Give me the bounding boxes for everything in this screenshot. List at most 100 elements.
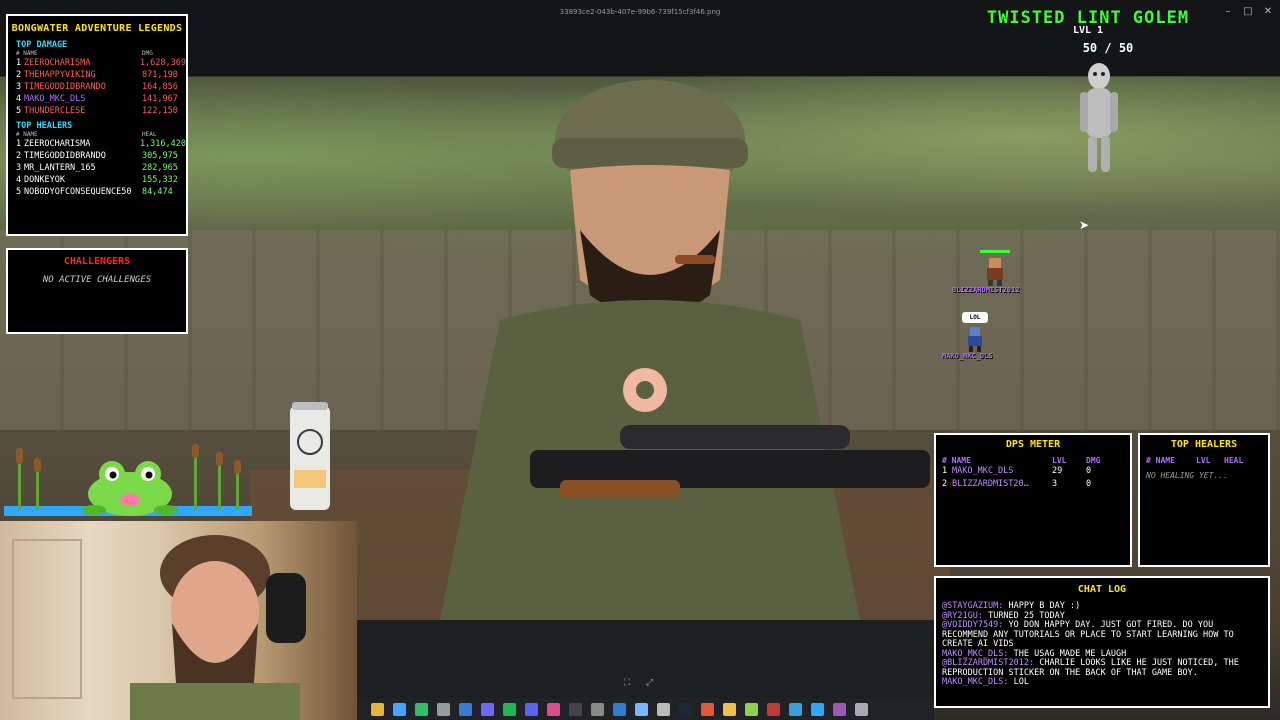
heal-row: 4 DONKEYOK 155,332	[8, 174, 186, 186]
maximize-button[interactable]: □	[1242, 6, 1254, 18]
photos-icon[interactable]	[547, 702, 560, 716]
terminal-icon[interactable]	[569, 702, 582, 716]
player-label-mako: MAKO_MKC_DLS	[942, 352, 993, 360]
damage-value: 164,856	[142, 82, 178, 92]
chrome-icon[interactable]	[393, 702, 406, 716]
store-icon[interactable]	[481, 702, 494, 716]
heal-value: 1,316,420	[139, 139, 186, 149]
damage-name: MAKO_MKC_DLS	[24, 94, 86, 104]
dps-lvl: 29	[1052, 466, 1063, 476]
chat-text: HAPPY B DAY :)	[1008, 601, 1081, 611]
game-icon[interactable]	[767, 702, 780, 716]
heal-row: 3 MR_LANTERN_165 282,965	[8, 162, 186, 174]
damage-header-name: # NAME	[16, 50, 38, 57]
frog-mascot	[4, 444, 252, 516]
heal-rank: 5	[16, 187, 22, 197]
mail-icon[interactable]	[459, 702, 472, 716]
dps-name: MAKO_MKC_DLS	[952, 466, 1014, 476]
damage-row: 5 THUNDERCLESE 122,150	[8, 105, 186, 117]
music-icon[interactable]	[701, 702, 714, 716]
heal-row: 1 ZEEROCHARISMA 1,316,420	[8, 138, 186, 150]
damage-list: 1 ZEEROCHARISMA 1,628,369 2 THEHAPPYVIKING 87…	[8, 57, 186, 117]
video-letterbox	[357, 620, 937, 700]
damage-rank: 3	[16, 82, 22, 92]
blizzard-sprite	[987, 258, 1003, 286]
camera-icon[interactable]	[745, 702, 758, 716]
fit-screen-icon[interactable]: ⛶	[624, 678, 630, 688]
notepad-icon[interactable]	[635, 702, 648, 716]
damage-row: 1 ZEEROCHARISMA 1,628,369	[8, 57, 186, 69]
webcam-feed	[0, 521, 357, 720]
heal-header-value: HEAL	[142, 131, 157, 138]
heal-rank: 3	[16, 163, 22, 173]
dps-header-dmg: DMG	[1086, 456, 1101, 465]
damage-row: 3 TIMEGODDIDBRANDO 164,856	[8, 81, 186, 93]
file-explorer-icon[interactable]	[371, 702, 384, 716]
heal-name: MR_LANTERN_165	[24, 163, 96, 173]
healers-header-heal: HEAL	[1224, 456, 1244, 465]
chat-username: @BLIZZARDMIST2012:	[942, 658, 1035, 668]
dps-header-lvl: LVL	[1052, 456, 1067, 465]
chat-message: @VOIDDY7549: YO DON HAPPY DAY. JUST GOT …	[942, 620, 1264, 650]
steam-icon[interactable]	[679, 702, 692, 716]
damage-row: 4 MAKO_MKC_DLS 141,967	[8, 93, 186, 105]
browser-icon[interactable]	[789, 702, 802, 716]
spotify-icon[interactable]	[503, 702, 516, 716]
folder-icon[interactable]	[723, 702, 736, 716]
chat-text: THE USAG MADE ME LAUGH	[1013, 648, 1127, 659]
damage-rank: 5	[16, 106, 22, 116]
heal-value: 155,332	[142, 175, 178, 185]
damage-name: ZEEROCHARISMA	[23, 58, 91, 68]
chat-text: LOL	[1013, 677, 1030, 687]
streamer-figure	[130, 535, 306, 720]
gallery-icon[interactable]	[833, 702, 846, 716]
chat-message: MAKO_MKC_DLS: LOL	[942, 677, 1264, 688]
chat-bubble: LOL	[962, 312, 988, 323]
challengers-panel: CHALLENGERS NO ACTIVE CHALLENGES	[6, 248, 188, 334]
damage-rank: 1	[16, 58, 22, 68]
damage-value: 1,628,369	[139, 58, 186, 68]
taskbar	[357, 698, 934, 720]
chat-username: MAKO_MKC_DLS:	[942, 677, 1009, 687]
heal-rank: 1	[16, 139, 22, 149]
damage-value: 141,967	[142, 94, 178, 104]
expand-icon[interactable]: ⤢	[646, 678, 653, 688]
dps-header: # NAME LVL DMG	[936, 450, 1130, 465]
heal-value: 84,474	[142, 187, 173, 197]
dps-dmg: 0	[1086, 479, 1092, 489]
player-hp-bar	[980, 250, 1010, 253]
healers-header-lvl: LVL	[1196, 456, 1211, 465]
app-icon[interactable]	[855, 702, 868, 716]
chat-message: @BLIZZARDMIST2012: CHARLIE LOOKS LIKE HE…	[942, 658, 1264, 678]
minimize-button[interactable]: –	[1222, 6, 1234, 18]
chat-username: @RY21GU:	[942, 610, 983, 621]
obs-icon[interactable]	[591, 702, 604, 716]
boss-level: LVL 1	[1072, 25, 1104, 36]
close-button[interactable]: ✕	[1262, 6, 1274, 18]
edge-icon[interactable]	[415, 702, 428, 716]
chat-log-title: CHAT LOG	[1077, 584, 1127, 595]
dps-meter-title: DPS METER	[1005, 439, 1061, 450]
challengers-empty: NO ACTIVE CHALLENGES	[42, 275, 152, 285]
heal-rank: 2	[16, 151, 22, 161]
leaderboard-panel: BONGWATER ADVENTURE LEGENDS TOP DAMAGE #…	[6, 14, 188, 236]
photoshop-icon[interactable]	[811, 702, 824, 716]
chat-username: MAKO_MKC_DLS:	[942, 648, 1009, 659]
calculator-icon[interactable]	[657, 702, 670, 716]
damage-rank: 4	[16, 94, 22, 104]
chat-messages: @STAYGAZIUM: HAPPY B DAY :) @RY21GU: TURN…	[942, 601, 1264, 688]
top-healers-panel: TOP HEALERS # NAME LVL HEAL NO HEALING Y…	[1138, 433, 1270, 567]
vscode-icon[interactable]	[613, 702, 626, 716]
settings-icon[interactable]	[437, 702, 450, 716]
damage-row: 2 THEHAPPYVIKING 871,190	[8, 69, 186, 81]
player-label-blizzard: BLIZZARDMIST2012	[952, 286, 1020, 294]
dps-row: 2 BLIZZARDMIST20… 3 0	[936, 478, 1130, 491]
discord-icon[interactable]	[525, 702, 538, 716]
heal-header-name: # NAME	[16, 131, 38, 138]
chat-log-panel: CHAT LOG @STAYGAZIUM: HAPPY B DAY :) @RY2…	[934, 576, 1270, 708]
heal-name: DONKEYOK	[24, 175, 65, 185]
mouse-cursor-icon: ➤	[1079, 218, 1090, 232]
heal-value: 305,975	[142, 151, 178, 161]
heal-name: NOBODYOFCONSEQUENCE50	[24, 187, 132, 197]
heal-name: ZEEROCHARISMA	[23, 139, 91, 149]
